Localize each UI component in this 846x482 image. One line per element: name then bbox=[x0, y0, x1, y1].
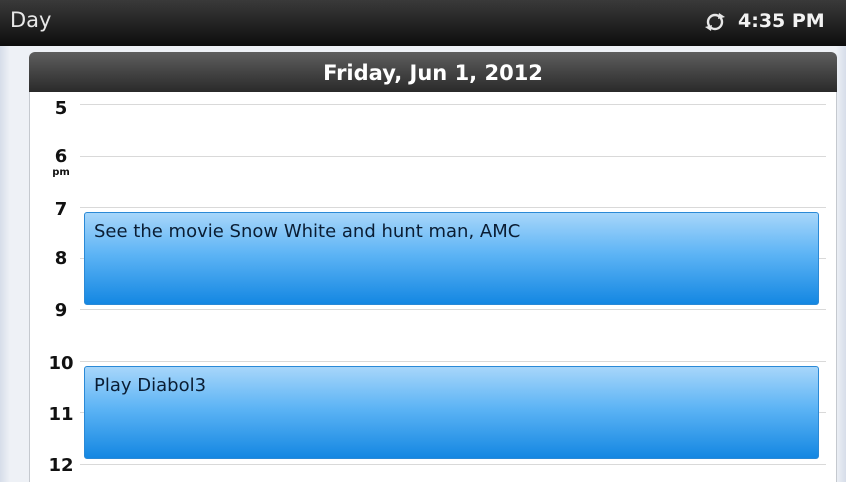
hour-line bbox=[80, 464, 826, 465]
event-title: Play Diabol3 bbox=[94, 375, 207, 396]
status-bar: Day 4:35 PM bbox=[0, 0, 846, 46]
hour-label: 12 bbox=[48, 455, 74, 476]
event-card-game[interactable]: Play Diabol3 bbox=[84, 366, 819, 459]
hour-label: 6 bbox=[54, 146, 68, 167]
pm-marker: pm bbox=[52, 167, 70, 178]
hour-label: 9 bbox=[54, 300, 68, 321]
clock: 4:35 PM bbox=[738, 10, 825, 32]
hour-line bbox=[80, 361, 826, 362]
sync-icon bbox=[705, 13, 725, 31]
hour-line bbox=[80, 104, 826, 105]
hour-label: 8 bbox=[54, 248, 68, 269]
date-header[interactable]: Friday, Jun 1, 2012 bbox=[29, 52, 837, 92]
hour-line bbox=[80, 309, 826, 310]
hour-label: 5 bbox=[54, 98, 68, 119]
hour-line bbox=[80, 207, 826, 208]
hour-line bbox=[80, 156, 826, 157]
hour-label: 10 bbox=[48, 353, 74, 374]
hour-label: 11 bbox=[48, 404, 74, 425]
event-card-movie[interactable]: See the movie Snow White and hunt man, A… bbox=[84, 212, 819, 305]
hour-label: 7 bbox=[54, 199, 68, 220]
app-title: Day bbox=[10, 8, 52, 32]
event-title: See the movie Snow White and hunt man, A… bbox=[94, 221, 521, 242]
